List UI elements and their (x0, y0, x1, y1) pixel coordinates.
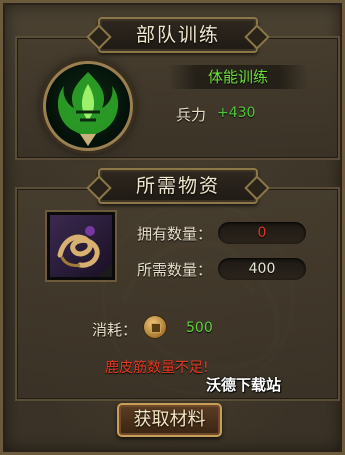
copper-coin-icon (144, 316, 166, 338)
get-materials-button[interactable]: 获取材料 (117, 403, 222, 437)
training-header: 部队训练 (98, 17, 258, 53)
cost-value: 500 (186, 320, 213, 336)
materials-header: 所需物资 (98, 168, 258, 204)
training-panel: 部队训练 体能训练 兵力 +430 所需物资 拥有数量： 0 所需数量： 400… (0, 0, 345, 455)
owned-quantity-label: 拥有数量： (137, 225, 213, 243)
materials-header-title: 所需物资 (135, 175, 220, 197)
required-quantity-value: 400 (218, 258, 306, 280)
required-quantity-label: 所需数量： (137, 261, 213, 279)
troop-stat-value: +430 (217, 105, 256, 121)
owned-quantity-value: 0 (218, 222, 306, 244)
material-item-slot[interactable] (47, 212, 115, 280)
insufficient-material-warning: 鹿皮筋数量不足! (105, 360, 209, 376)
deer-tendon-item-icon (57, 226, 100, 268)
training-type-name: 体能训练 (168, 65, 308, 89)
training-header-title: 部队训练 (135, 24, 220, 46)
cost-label: 消耗： (92, 321, 138, 339)
green-flame-tiger-icon (57, 72, 119, 146)
site-watermark: 沃德下载站 (206, 376, 282, 394)
training-emblem (43, 61, 133, 151)
troop-stat-label: 兵力 (176, 106, 207, 124)
